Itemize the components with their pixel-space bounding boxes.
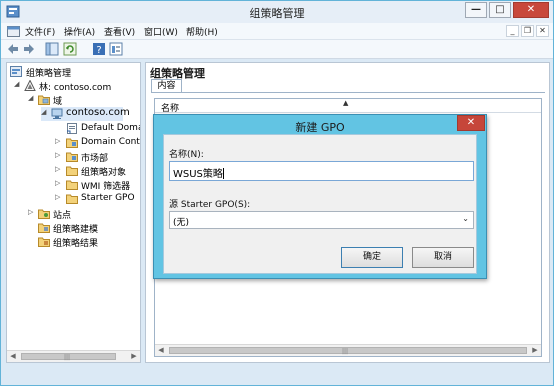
sort-ascending-icon: ▲ [343,99,349,107]
scroll-left-icon[interactable]: ◀ [7,351,19,362]
maximize-button[interactable]: □ [489,2,511,18]
gpm-icon [10,66,22,77]
close-icon: ✕ [466,117,476,128]
tree-horizontal-scrollbar[interactable]: ◀ ||| ▶ [7,350,140,362]
refresh-icon[interactable] [63,42,77,56]
help-icon[interactable]: ? [92,42,106,56]
tree-item-label: contoso.com [66,107,130,118]
domain-icon [51,108,63,119]
dialog-title: 新建 GPO [295,121,345,134]
expand-icon[interactable]: ▷ [55,137,63,145]
gpo-link-icon [67,123,77,134]
svg-text:?: ? [96,45,101,56]
show-hide-tree-icon[interactable] [45,42,59,56]
starter-gpo-value: (无) [173,218,190,228]
menu-bar: 文件(F) 操作(A) 查看(V) 窗口(W) 帮助(H) _ ❐ ✕ [1,23,553,40]
scroll-left-icon[interactable]: ◀ [155,345,167,356]
scrollbar-thumb[interactable]: ||| [169,347,527,355]
forest-icon [24,80,36,91]
gpo-name-value: WSUS策略 [173,169,223,180]
expand-icon[interactable]: ▷ [28,208,36,216]
list-header[interactable]: 名称 ▲ [155,99,541,114]
folder-icon [66,194,78,204]
dialog-close-button[interactable]: ✕ [457,115,485,131]
tab-contents[interactable]: 内容 [151,79,182,93]
list-horizontal-scrollbar[interactable]: ◀ ||| ▶ [155,344,541,356]
folder-icon [66,180,78,190]
mdi-restore-button[interactable]: ❐ [521,25,534,37]
minimize-icon: — [471,4,481,15]
minimize-icon: _ [510,26,515,35]
dialog-body: 名称(N): WSUS策略 源 Starter GPO(S): (无) ⌄ 确定… [163,134,477,274]
tree-item-label: 组策略结果 [53,239,99,249]
collapse-icon[interactable]: ◢ [28,94,36,102]
tree-item-label: 站点 [53,211,72,221]
restore-icon: ❐ [523,26,532,35]
mmc-console-icon[interactable] [7,26,20,37]
mdi-close-button[interactable]: ✕ [536,25,549,37]
tree-item-label: 域 [53,97,63,107]
domains-folder-icon [38,95,50,105]
title-bar[interactable]: 组策略管理 — □ ✕ [1,1,553,23]
tree-item-label: 林: contoso.com [39,83,112,93]
menu-help[interactable]: 帮助(H) [186,25,218,38]
menu-action[interactable]: 操作(A) [64,25,95,38]
sites-icon [38,209,50,219]
scroll-right-icon[interactable]: ▶ [529,345,541,356]
tree-item-label: Default Domain Policy [81,123,140,133]
tree-item-label: WMI 筛选器 [81,182,131,192]
close-button[interactable]: ✕ [513,2,549,18]
tree-item-label: 组策略建模 [53,225,99,235]
menu-view[interactable]: 查看(V) [104,25,135,38]
ou-icon [66,152,78,162]
toolbar: ? [1,40,553,59]
gpo-name-input[interactable]: WSUS策略 [169,161,474,181]
tree-item-label: 组策略对象 [81,168,127,178]
tree-item-label: Domain Controllers [81,137,141,147]
chevron-down-icon: ⌄ [462,214,469,223]
results-icon [38,237,50,247]
mdi-minimize-button[interactable]: _ [506,25,519,37]
starter-gpo-label: 源 Starter GPO(S): [169,200,251,210]
properties-icon[interactable] [109,42,123,56]
tree-item-label: Starter GPO [81,193,135,203]
folder-icon [66,166,78,176]
tab-divider [151,92,545,93]
tree-pane: 组策略管理 ◢ 林: contoso.com ◢ 域 ◢ contoso.com… [6,62,141,363]
status-bar [1,368,553,385]
expand-icon[interactable]: ▷ [55,151,63,159]
text-caret [222,168,224,179]
column-header-name[interactable]: 名称 [161,101,179,114]
minimize-button[interactable]: — [465,2,487,18]
grip-icon: ||| [342,348,349,355]
close-icon: ✕ [526,4,536,15]
scrollbar-thumb[interactable]: ||| [21,353,116,361]
modeling-icon [38,223,50,233]
tree-item-label: 组策略管理 [26,69,72,79]
menu-file[interactable]: 文件(F) [25,25,55,38]
close-icon: ✕ [539,26,546,35]
forward-arrow-icon[interactable] [22,42,36,56]
menu-window[interactable]: 窗口(W) [144,25,178,38]
expand-icon[interactable]: ▷ [55,193,63,201]
collapse-icon[interactable]: ◢ [14,80,22,88]
tree-item-contoso-domain[interactable]: ◢ contoso.com [41,107,130,121]
grip-icon: ||| [64,354,71,361]
expand-icon[interactable]: ▷ [55,179,63,187]
ou-icon [66,138,78,148]
back-arrow-icon[interactable] [6,42,20,56]
starter-gpo-select[interactable]: (无) ⌄ [169,211,474,229]
ok-button[interactable]: 确定 [341,247,403,268]
name-label: 名称(N): [169,150,204,160]
tree-item-label: 市场部 [81,154,109,164]
maximize-icon: □ [495,4,505,15]
new-gpo-dialog: 新建 GPO ✕ 名称(N): WSUS策略 源 Starter GPO(S):… [153,114,487,279]
expand-icon[interactable]: ▷ [55,165,63,173]
collapse-icon[interactable]: ◢ [41,108,49,116]
scroll-right-icon[interactable]: ▶ [128,351,140,362]
cancel-button[interactable]: 取消 [412,247,474,268]
